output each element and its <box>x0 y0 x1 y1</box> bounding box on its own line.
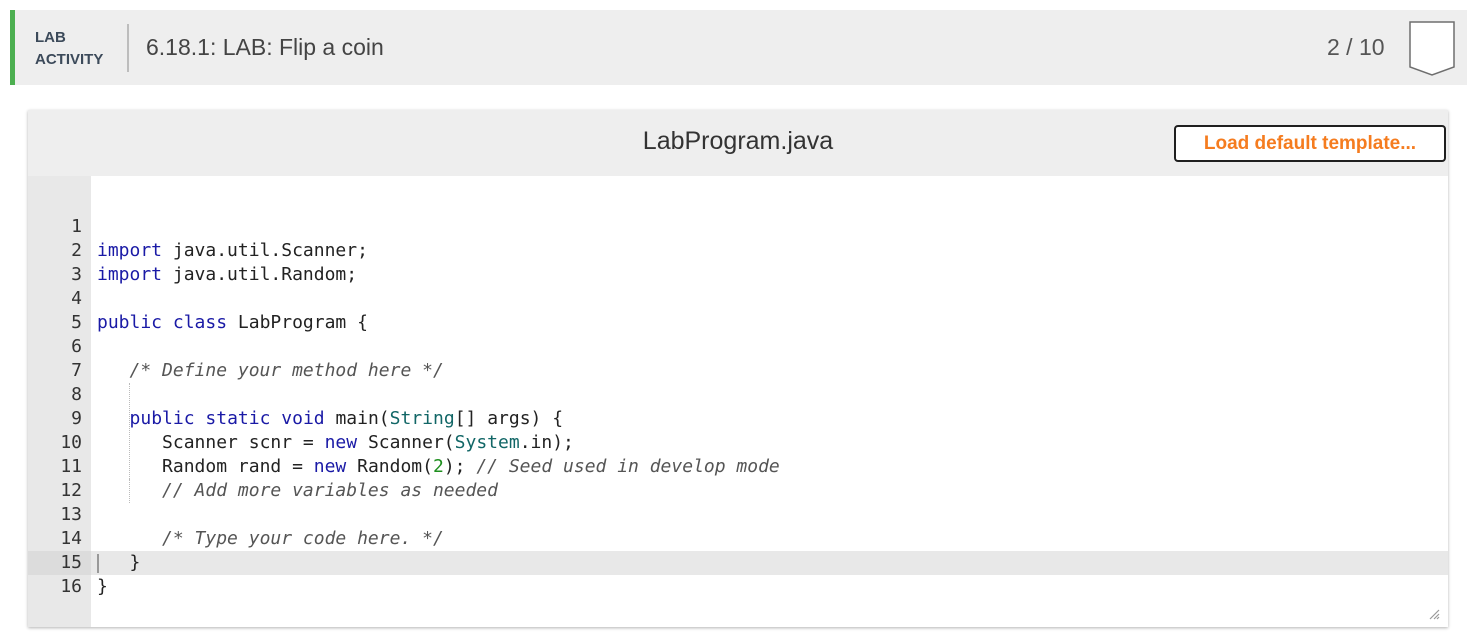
code-line: 3 <box>28 239 1448 285</box>
text-cursor <box>97 554 99 573</box>
editor-toolbar: LabProgram.java Load default template... <box>28 110 1448 176</box>
lab-activity-header: LAB ACTIVITY 6.18.1: LAB: Flip a coin 2 … <box>10 10 1467 85</box>
line-number: 16 <box>60 576 82 597</box>
code-line: 14 } <box>28 503 1448 573</box>
lab-title: 6.18.1: LAB: Flip a coin <box>146 34 384 60</box>
code-line: 8 public static void main(String[] args)… <box>28 359 1448 429</box>
code-line: 15 } <box>28 527 1448 597</box>
resize-handle-icon[interactable] <box>1428 608 1440 620</box>
code-line: 11 // Add more variables as needed <box>28 431 1448 501</box>
lab-activity-tag: LAB ACTIVITY <box>35 27 115 71</box>
lab-tag-line1: LAB <box>35 29 66 46</box>
load-default-template-button[interactable]: Load default template... <box>1174 125 1446 162</box>
code-line-active: 16 <box>28 551 1448 597</box>
code-line: 10 Random rand = new Random(2); // Seed … <box>28 407 1448 477</box>
header-divider <box>127 24 129 72</box>
code-line: 5 <box>28 287 1448 333</box>
code-line: 7 <box>28 335 1448 381</box>
code-line: 13 /* Type your code here. */ <box>28 479 1448 549</box>
code-editor-panel: LabProgram.java Load default template...… <box>28 110 1448 627</box>
code-editor[interactable]: 1 import java.util.Scanner; 2 import jav… <box>28 176 1448 627</box>
code-line: 12 <box>28 455 1448 501</box>
code-line: 2 import java.util.Random; <box>28 215 1448 285</box>
code-line: 6 /* Define your method here */ <box>28 311 1448 381</box>
code-line: 9 Scanner scnr = new Scanner(System.in); <box>28 383 1448 453</box>
lab-tag-line2: ACTIVITY <box>35 51 104 68</box>
completion-badge-icon <box>1409 21 1455 76</box>
line-content: } <box>97 576 108 597</box>
code-line: 1 import java.util.Scanner; <box>28 191 1448 261</box>
code-line: 4 public class LabProgram { <box>28 263 1448 333</box>
score-display: 2 / 10 <box>1327 34 1385 60</box>
